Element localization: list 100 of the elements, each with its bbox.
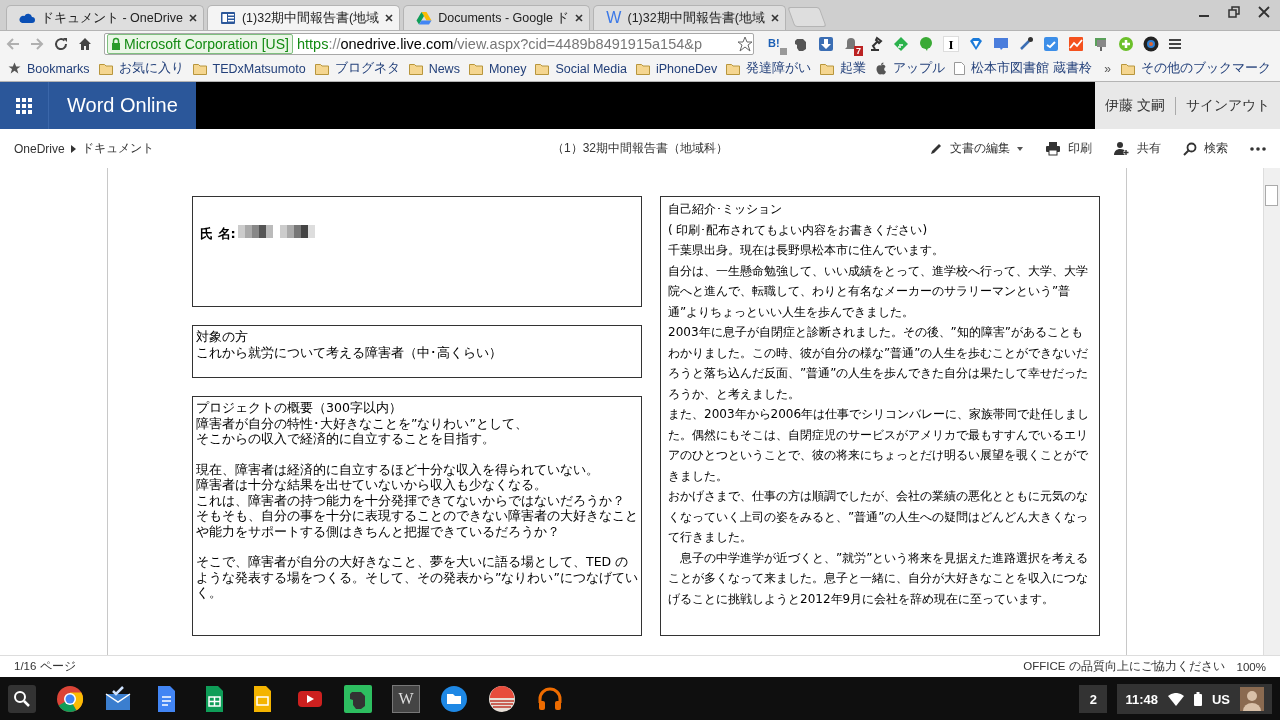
caret-icon <box>70 144 76 153</box>
bookmark-item[interactable]: ブログネタ <box>314 60 400 77</box>
redacted-name-icon <box>237 225 315 238</box>
word-app-icon[interactable]: W <box>392 685 420 713</box>
body-text: これは、障害者の持つ能力を十分発揮できてないからではないだろうか？ <box>196 492 626 508</box>
browser-tab[interactable]: ドキュメント - OneDrive <box>6 5 204 30</box>
folder-icon <box>820 62 835 75</box>
folder-icon[interactable] <box>440 685 468 713</box>
bookmark-item[interactable]: お気に入り <box>98 60 184 77</box>
bookmark-item[interactable]: 発達障がい <box>726 60 812 77</box>
envelope-icon[interactable] <box>104 685 132 713</box>
body-text: また、2003年から2006年は仕事でシリコンバレーに、家族帯同で赴任しました。偶然にもそこは、自閉症児のサービスがアメリカで最もすすんでいるエリアのひとつということで、彼の将来にちょっとだけ明るい展望を覗くことができました。 <box>668 406 1091 485</box>
bookmark-item[interactable]: 起業 <box>820 60 867 77</box>
page-icon <box>954 62 966 75</box>
browser-icon[interactable] <box>56 685 84 713</box>
more-options-icon[interactable] <box>1250 146 1266 151</box>
more-bookmarks-button[interactable]: » <box>1104 61 1111 76</box>
bookmark-item[interactable]: 松本市図書館 蔵書柃 <box>954 60 1092 77</box>
star-icon[interactable] <box>737 35 753 52</box>
toolbar-button[interactable]: 文書の編集 <box>929 140 1023 157</box>
folder-icon <box>535 62 550 75</box>
clock-time: 11:48 <box>1125 691 1158 707</box>
speech-bubble-icon[interactable] <box>918 35 934 52</box>
body-text: そこで、障害者が自分の大好きなこと、夢を大いに語る場として、TED のような発表する場をつくる。そして、その発表から”なりわい”につなげていく。 <box>196 554 638 601</box>
bookmark-item[interactable]: アップル <box>875 60 946 77</box>
folder-icon <box>192 62 207 75</box>
toolbar-button[interactable]: 検索 <box>1183 140 1228 157</box>
triangle-icon <box>416 10 433 26</box>
toolbar-button[interactable]: 印刷 <box>1045 140 1092 157</box>
chat-icon[interactable] <box>993 35 1009 52</box>
grid-icon <box>16 97 32 114</box>
app-title: Word Online <box>48 82 196 129</box>
toolbar-button[interactable]: 共有 <box>1114 140 1161 157</box>
person-plus-icon <box>1114 141 1130 156</box>
bookmark-item[interactable]: iPhoneDev <box>636 61 718 76</box>
diamond-icon[interactable] <box>968 35 984 52</box>
eyedropper-icon[interactable] <box>1018 35 1034 52</box>
bookmark-item[interactable]: Money <box>468 61 527 76</box>
body-text: 息子の中学進学が近づくと、”就労”という将来を見据えた進路選択を考えることが多くなって来ました。息子と一緒に、自分が大好きなことを収入につなげることに挑戦しようと2012年9月に会社を辞め現在に至っています。 <box>668 549 1090 608</box>
body-text: そこからの収入で経済的に自立することを目指す。 <box>196 431 496 447</box>
document-icon <box>219 10 236 26</box>
close-icon[interactable] <box>575 14 584 22</box>
note-text: ( 印刷･配布されてもよい内容をお書きください) <box>668 221 929 239</box>
notification-counter[interactable]: 2 <box>1079 685 1108 713</box>
close-icon[interactable] <box>188 14 197 22</box>
search-icon <box>1183 141 1197 156</box>
section-heading: 自己紹介･ミッション <box>668 201 783 218</box>
body-text: おかげさまで、仕事の方は順調でしたが、会社の業績の悪化とともに元気のなくなっていく上司の姿をみると、”普通”の人生への疑問はどんどん大きくなって行きました。 <box>668 488 1090 546</box>
breadcrumb-link[interactable]: OneDrive <box>14 141 65 156</box>
status-tray[interactable]: 11:48 US <box>1117 684 1272 714</box>
reload-icon[interactable] <box>54 36 68 51</box>
feedback-link[interactable]: OFFICE の品質向上にご協力ください <box>1023 659 1225 674</box>
bookmark-item[interactable]: News <box>408 61 460 76</box>
restore-icon[interactable] <box>1228 6 1240 18</box>
page-count: 1/16 ページ <box>14 659 76 674</box>
url-text: https://onedrive.live.com/view.aspx?cid=4489b8491915a154&p <box>296 35 704 52</box>
close-icon[interactable] <box>770 14 779 22</box>
download-icon[interactable] <box>818 35 834 52</box>
bookmark-item[interactable]: Bookmarks <box>8 61 90 76</box>
body-text: 2003年に息子が自閉症と診断されました。その後、”知的障害”があることもわかりました。この時、彼が自分の様な”普通”の人生を歩むことができないだろうと落ち込んだ反面、”普通”の人生を歩んできた自分は果たして幸せだったろうか、と考えました。 <box>668 324 1090 403</box>
home-icon[interactable] <box>78 36 92 51</box>
body-text: 現在、障害者は経済的に自立するほど十分な収入を得られていない。 <box>196 461 600 477</box>
scrollbar[interactable] <box>1263 168 1280 655</box>
bookmark-item[interactable]: Social Media <box>535 61 627 76</box>
line-chart-icon[interactable] <box>1068 35 1084 52</box>
menu-icon[interactable] <box>1168 36 1182 51</box>
close-icon[interactable] <box>1258 6 1270 18</box>
body-text: 障害者が自分の特性･大好きなことを”なりわい”として、 <box>196 415 529 431</box>
document-title: （1）32期中間報告書（地域科） <box>552 141 728 155</box>
close-icon[interactable] <box>385 14 394 22</box>
sunset-icon[interactable] <box>488 685 516 713</box>
bookmark-item[interactable]: その他のブックマーク <box>1121 60 1271 77</box>
browser-tab[interactable]: W (1)32期中間報告書(地域 <box>593 5 786 30</box>
browser-tab[interactable]: (1)32期中間報告書(地域 <box>206 5 401 30</box>
caret-icon <box>1017 146 1023 151</box>
sign-out-link[interactable]: サインアウト <box>1186 96 1270 115</box>
cursor-text-icon[interactable]: I <box>943 35 959 52</box>
site-identity: Microsoft Corporation [US] <box>124 35 289 52</box>
battery-icon <box>1193 692 1202 706</box>
zoom-level[interactable]: 100% <box>1236 660 1266 673</box>
section-heading: 対象の方 <box>196 329 249 345</box>
user-name[interactable]: 伊藤 文嗣 <box>1105 96 1165 115</box>
pencil-icon <box>929 141 943 156</box>
w-logo: W <box>606 9 622 27</box>
bookmark-item[interactable]: TEDxMatsumoto <box>192 61 306 76</box>
folder-icon <box>1121 62 1135 75</box>
browser-tab[interactable]: Documents - Google ド <box>403 5 591 30</box>
body-text: 障害者は十分な結果を出せていないから収入も少なくなる。 <box>196 477 548 493</box>
search-icon[interactable] <box>8 685 36 713</box>
desk-lamp-icon[interactable] <box>868 35 884 52</box>
checkmark-icon[interactable] <box>1043 35 1059 52</box>
app-launcher-button[interactable] <box>0 82 48 129</box>
folder-icon <box>98 62 113 75</box>
folder-icon <box>636 62 650 75</box>
address-field[interactable]: Microsoft Corporation [US] https://onedrive.live.com/view.aspx?cid=4489b8491915a154&p <box>104 32 754 55</box>
headphones-icon[interactable] <box>536 685 564 713</box>
wifi-icon <box>1167 692 1184 706</box>
camera-lens-icon[interactable] <box>1143 35 1159 52</box>
breadcrumb-link[interactable]: ドキュメント <box>81 140 154 157</box>
apple-icon <box>875 62 888 75</box>
